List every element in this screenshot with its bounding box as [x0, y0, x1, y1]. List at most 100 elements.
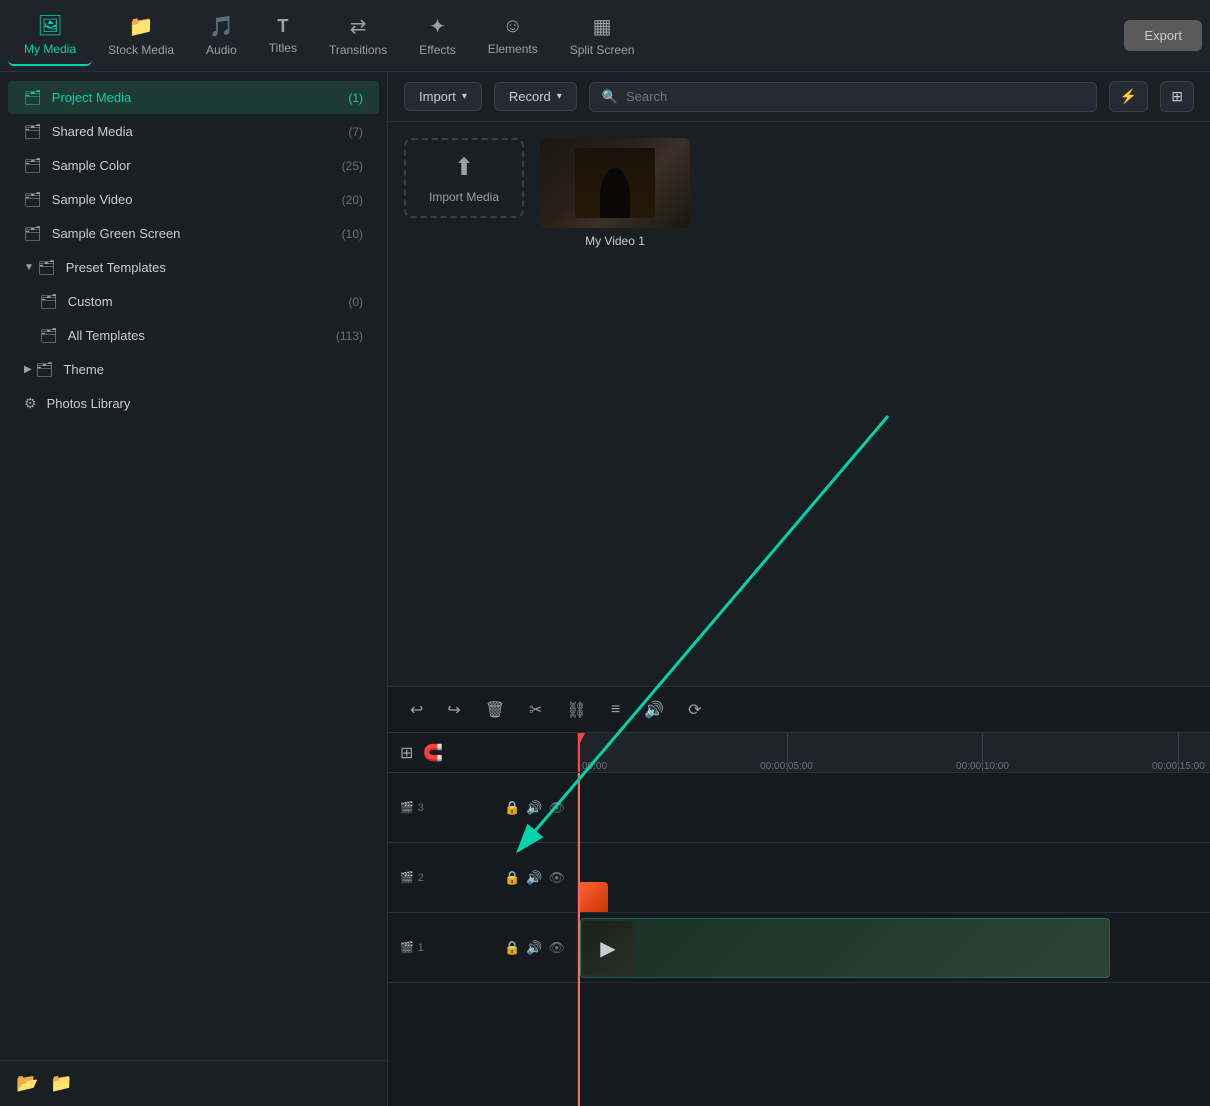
lock-icon-1[interactable]: 🔒	[504, 940, 520, 956]
timeline-ruler: 00:00 00:00:05:00 00:00:10:00	[578, 733, 1210, 773]
sidebar-label-project-media: Project Media	[52, 90, 349, 105]
timeline-right: 00:00 00:00:05:00 00:00:10:00	[578, 733, 1210, 1106]
eye-icon-1[interactable]: 👁	[548, 940, 565, 956]
unlink-button[interactable]: ⛓	[561, 696, 593, 724]
playhead[interactable]	[578, 733, 580, 772]
track-row-2[interactable]	[578, 843, 1210, 913]
sidebar-content: 🗂 Project Media (1) 🗂 Shared Media (7) 🗂…	[0, 72, 387, 1060]
sidebar-item-custom[interactable]: 🗂 Custom (0)	[8, 285, 379, 318]
media-grid: ⬆ Import Media My Video 1	[388, 122, 1210, 686]
sidebar-item-shared-media[interactable]: 🗂 Shared Media (7)	[8, 115, 379, 148]
import-label: Import	[419, 89, 456, 104]
nav-item-split-screen[interactable]: ▦ Split Screen	[554, 6, 651, 65]
record-button[interactable]: Record ▾	[494, 82, 577, 111]
search-bar[interactable]: 🔍	[589, 82, 1097, 112]
ruler-mark-3: 00:00:15:00	[1152, 761, 1205, 772]
undo-button[interactable]: ↩	[404, 696, 429, 724]
track-label-3: 🎬 3 🔒 🔊 👁	[388, 773, 577, 843]
playhead-line	[578, 773, 580, 1106]
sidebar-item-theme[interactable]: ▶ 🗂 Theme	[8, 353, 379, 386]
track-clip-1[interactable]: ▶	[580, 918, 1110, 978]
sidebar-item-project-media[interactable]: 🗂 Project Media (1)	[8, 81, 379, 114]
track-row-3[interactable]	[578, 773, 1210, 843]
stock-media-icon: 📁	[129, 14, 154, 39]
sidebar-item-photos-library[interactable]: ⚙ Photos Library	[8, 387, 379, 420]
delete-button[interactable]: 🗑	[479, 696, 511, 724]
nav-item-my-media[interactable]: 🖼 My Media	[8, 5, 92, 66]
search-input[interactable]	[626, 89, 1084, 104]
audio-icon: 🎵	[209, 14, 234, 39]
folder-icon-project-media: 🗂	[24, 89, 42, 106]
nav-label-elements: Elements	[488, 42, 538, 56]
titles-icon: T	[277, 16, 288, 37]
audio-icon-2[interactable]: 🔊	[526, 870, 542, 886]
track-number-1: 🎬 1	[400, 941, 424, 954]
sidebar-label-shared-media: Shared Media	[52, 124, 349, 139]
media-thumbnail	[540, 138, 690, 228]
video-track-icon-3: 🎬	[400, 801, 414, 814]
nav-item-elements[interactable]: ☺ Elements	[472, 7, 554, 64]
upload-icon: ⬆	[454, 153, 474, 182]
nav-label-my-media: My Media	[24, 42, 76, 56]
sidebar-item-preset-templates[interactable]: ▼ 🗂 Preset Templates	[8, 251, 379, 284]
align-button[interactable]: ≡	[605, 697, 626, 723]
sidebar-count-shared-media: (7)	[348, 125, 363, 139]
eye-icon-3[interactable]: 👁	[548, 800, 565, 816]
media-item-my-video-1[interactable]: My Video 1	[540, 138, 690, 248]
export-button[interactable]: Export	[1124, 20, 1202, 51]
lock-icon-2[interactable]: 🔒	[504, 870, 520, 886]
nav-item-titles[interactable]: T Titles	[253, 8, 313, 63]
sidebar-label-sample-video: Sample Video	[52, 192, 342, 207]
nav-item-stock-media[interactable]: 📁 Stock Media	[92, 6, 190, 65]
audio-button[interactable]: 🔊	[638, 696, 670, 724]
import-button[interactable]: Import ▾	[404, 82, 482, 111]
folder-icon-preset-templates: 🗂	[38, 259, 56, 276]
sidebar-item-all-templates[interactable]: 🗂 All Templates (113)	[8, 319, 379, 352]
sidebar-count-project-media: (1)	[348, 91, 363, 105]
lock-icon-3[interactable]: 🔒	[504, 800, 520, 816]
clip-inner-1: ▶	[581, 919, 1109, 977]
nav-label-transitions: Transitions	[329, 43, 387, 57]
eye-icon-2[interactable]: 👁	[548, 870, 565, 886]
audio-icon-3[interactable]: 🔊	[526, 800, 542, 816]
folder-icon-shared-media: 🗂	[24, 123, 42, 140]
sidebar-count-all-templates: (113)	[336, 329, 363, 343]
scissors-button[interactable]: ✂	[523, 696, 548, 724]
sidebar-count-sample-color: (25)	[342, 159, 363, 173]
timeline-left-top: ⊞ 🧲	[388, 733, 577, 773]
redo-button[interactable]: ↪	[441, 696, 466, 724]
gear-icon: ⚙	[24, 395, 37, 412]
grid-icon: ⊞	[1171, 88, 1183, 104]
grid-view-button[interactable]: ⊞	[1160, 81, 1194, 112]
import-media-button[interactable]: ⬆ Import Media	[404, 138, 524, 218]
audio-icon-1[interactable]: 🔊	[526, 940, 542, 956]
track-controls-1: 🔒 🔊 👁	[504, 940, 565, 956]
add-track-icon[interactable]: ⊞	[400, 743, 413, 763]
sidebar-item-sample-color[interactable]: 🗂 Sample Color (25)	[8, 149, 379, 182]
video-track-icon-2: 🎬	[400, 871, 414, 884]
track-row-1[interactable]: ▶	[578, 913, 1210, 983]
nav-item-transitions[interactable]: ⇄ Transitions	[313, 6, 403, 65]
folder-icon-sample-video: 🗂	[24, 191, 42, 208]
folder-icon-theme: 🗂	[36, 361, 54, 378]
folder-icon[interactable]: 📁	[50, 1073, 72, 1094]
sidebar-label-theme: Theme	[63, 362, 363, 377]
sidebar-label-sample-color: Sample Color	[52, 158, 342, 173]
sidebar-count-sample-video: (20)	[342, 193, 363, 207]
sidebar-item-sample-green-screen[interactable]: 🗂 Sample Green Screen (10)	[8, 217, 379, 250]
track-controls-2: 🔒 🔊 👁	[504, 870, 565, 886]
ruler-mark-2: 00:00:10:00	[956, 761, 1009, 772]
clip-play-icon: ▶	[600, 936, 615, 961]
nav-item-audio[interactable]: 🎵 Audio	[190, 6, 253, 65]
filter-button[interactable]: ⚡	[1109, 81, 1148, 112]
track-label-2: 🎬 2 🔒 🔊 👁	[388, 843, 577, 913]
magnet-icon[interactable]: 🧲	[423, 743, 443, 763]
effects-icon: ✦	[429, 14, 446, 39]
speed-button[interactable]: ⟳	[682, 696, 707, 724]
sidebar-bottom: 📂 📁	[0, 1060, 387, 1106]
track-number-2: 🎬 2	[400, 871, 424, 884]
nav-item-effects[interactable]: ✦ Effects	[403, 6, 471, 65]
sidebar-item-sample-video[interactable]: 🗂 Sample Video (20)	[8, 183, 379, 216]
track-controls-3: 🔒 🔊 👁	[504, 800, 565, 816]
new-folder-icon[interactable]: 📂	[16, 1073, 38, 1094]
